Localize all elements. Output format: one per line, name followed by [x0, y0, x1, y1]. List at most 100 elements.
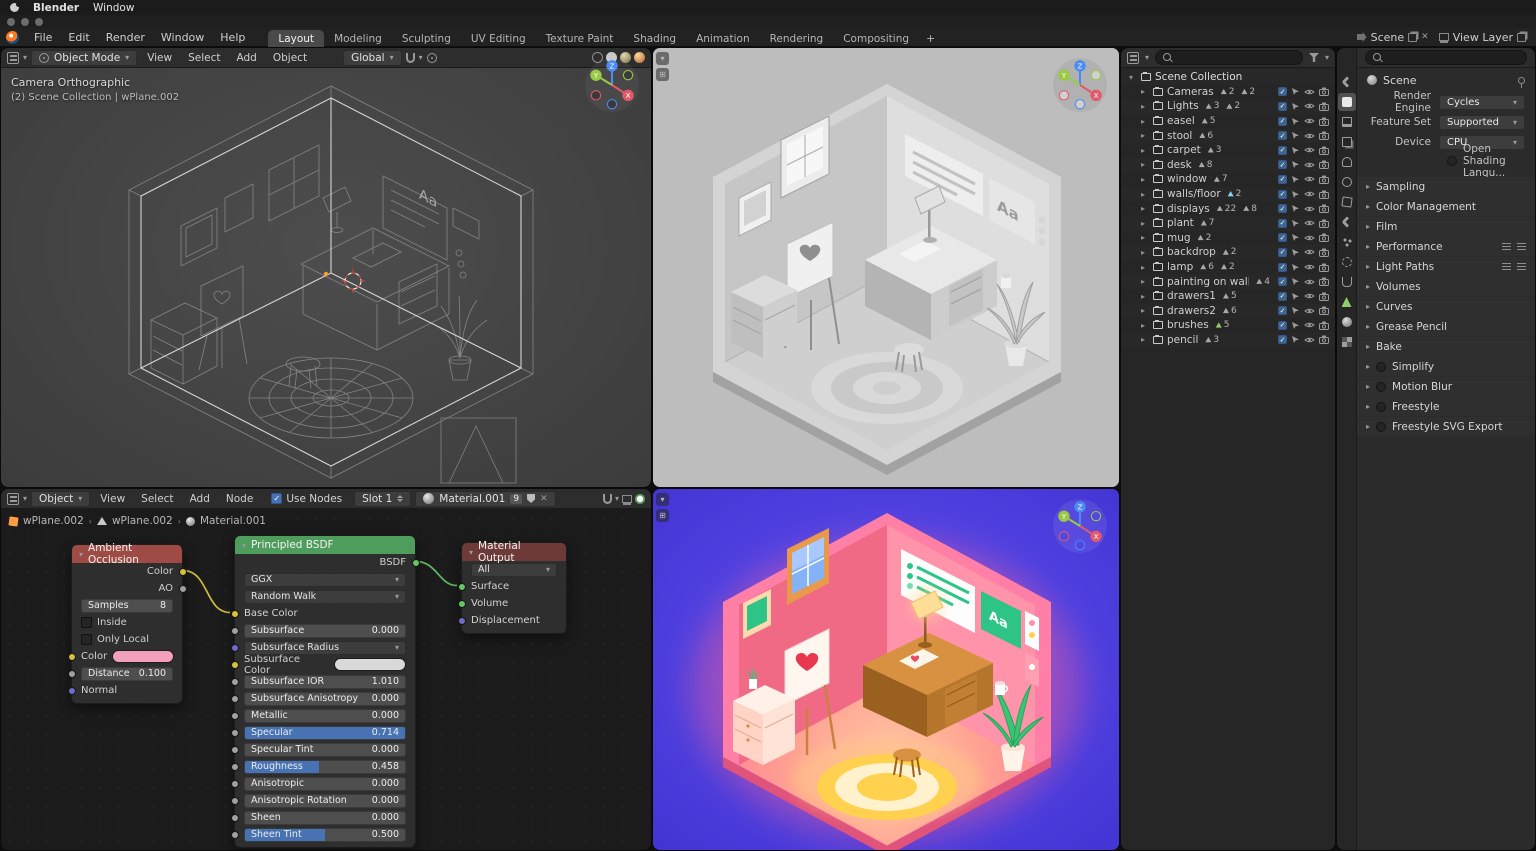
- collection-enable-checkbox[interactable]: [1278, 321, 1287, 330]
- render-visibility-icon[interactable]: [1319, 263, 1329, 272]
- tab-texture[interactable]: [1338, 333, 1356, 351]
- node-material-output[interactable]: ▾ Material Output All▾ Surface Volume: [461, 542, 567, 634]
- input-socket-color[interactable]: [68, 653, 76, 661]
- expand-caret[interactable]: ▸: [1141, 277, 1149, 286]
- hide-eye-icon[interactable]: [1304, 190, 1315, 198]
- color-swatch[interactable]: [334, 658, 406, 671]
- outliner-editor[interactable]: ▾ ▾ ▾ Scene Collection ▸ Cameras 2: [1121, 48, 1335, 850]
- input-socket[interactable]: [231, 763, 239, 771]
- snap-icon[interactable]: [603, 494, 612, 504]
- editor-type-icon[interactable]: [1127, 52, 1139, 64]
- node-value-slider[interactable]: Sheen0.000: [244, 811, 406, 825]
- 3d-viewport-wireframe[interactable]: ▾ Object Mode▾ View Select Add Object Gl…: [1, 48, 651, 487]
- expand-caret[interactable]: ▸: [1141, 117, 1149, 126]
- navigation-gizmo[interactable]: Z X Y: [1051, 56, 1109, 114]
- expand-caret[interactable]: ▸: [1141, 335, 1149, 344]
- outliner-row[interactable]: ▸ Cameras 2 2: [1121, 85, 1335, 100]
- collection-enable-checkbox[interactable]: [1278, 175, 1287, 184]
- section-checkbox[interactable]: [1376, 422, 1386, 432]
- 3d-viewport-solid[interactable]: ▾ ⊞ Z X Y: [653, 48, 1119, 487]
- chevron-right-icon[interactable]: ▸: [1366, 322, 1370, 331]
- hide-eye-icon[interactable]: [1304, 307, 1315, 315]
- topbar-menu[interactable]: Help: [213, 29, 252, 46]
- workspace-tab[interactable]: Texture Paint: [536, 30, 624, 47]
- node-value-slider[interactable]: Anisotropic Rotation0.000: [244, 794, 406, 808]
- input-socket[interactable]: [231, 661, 239, 669]
- selectable-icon[interactable]: [1291, 102, 1300, 111]
- node-ambient-occlusion[interactable]: ▾ Ambient Occlusion Color AO Samples8 In…: [71, 544, 183, 704]
- slot-dropdown[interactable]: Slot 1: [354, 491, 411, 507]
- navigation-gizmo[interactable]: Z X Y: [1051, 497, 1109, 555]
- chevron-right-icon[interactable]: ▸: [1366, 342, 1370, 351]
- node-canvas[interactable]: wPlane.002› wPlane.002› Material.001 ▾ A…: [1, 509, 651, 850]
- selectable-icon[interactable]: [1291, 335, 1300, 344]
- viewport-menu[interactable]: Object: [267, 50, 313, 66]
- render-visibility-icon[interactable]: [1319, 219, 1329, 228]
- expand-header-icon[interactable]: ▾: [656, 493, 669, 506]
- properties-editor[interactable]: Scene Render Engine Cycles▾ Feature Set …: [1337, 48, 1535, 850]
- collapse-node-icon[interactable]: ▾: [469, 548, 473, 557]
- input-socket[interactable]: [231, 746, 239, 754]
- preset-menu-icon[interactable]: [1517, 263, 1526, 270]
- expand-header-icon[interactable]: ▾: [656, 52, 669, 65]
- node-value-slider[interactable]: Sheen Tint0.500: [244, 828, 406, 842]
- expand-caret[interactable]: ▸: [1141, 102, 1149, 111]
- properties-section[interactable]: ▸ Color Management: [1357, 197, 1535, 216]
- outliner-row[interactable]: ▸ easel 5: [1121, 114, 1335, 129]
- render-visibility-icon[interactable]: [1319, 175, 1329, 184]
- hide-eye-icon[interactable]: [1304, 175, 1315, 183]
- workspace-tab[interactable]: Compositing: [833, 30, 919, 47]
- chevron-right-icon[interactable]: ▸: [1366, 302, 1370, 311]
- preset-menu-icon[interactable]: [1502, 243, 1511, 250]
- input-socket[interactable]: [231, 610, 239, 618]
- apple-menu-icon[interactable]: [10, 3, 19, 12]
- hide-eye-icon[interactable]: [1304, 321, 1315, 329]
- workspace-tab[interactable]: Shading: [623, 30, 686, 47]
- distance-field[interactable]: Distance0.100: [81, 667, 173, 681]
- editor-type-icon[interactable]: [7, 52, 19, 64]
- viewport-menu[interactable]: View: [141, 50, 178, 66]
- selectable-icon[interactable]: [1291, 248, 1300, 257]
- properties-search-input[interactable]: [1388, 52, 1519, 63]
- chevron-right-icon[interactable]: ▸: [1366, 242, 1370, 251]
- input-socket[interactable]: [231, 712, 239, 720]
- workspace-tab[interactable]: Animation: [686, 30, 760, 47]
- hide-eye-icon[interactable]: [1304, 205, 1315, 213]
- property-dropdown[interactable]: Cycles▾: [1439, 95, 1525, 110]
- collection-enable-checkbox[interactable]: [1278, 248, 1287, 257]
- snap-icon[interactable]: [406, 53, 415, 63]
- expand-caret[interactable]: ▸: [1141, 263, 1149, 272]
- outliner-row[interactable]: ▸ walls/floor 2: [1121, 187, 1335, 202]
- hide-eye-icon[interactable]: [1304, 219, 1315, 227]
- hide-eye-icon[interactable]: [1304, 102, 1315, 110]
- viewport-menu[interactable]: Add: [231, 50, 263, 66]
- topbar-menu[interactable]: Window: [154, 29, 211, 46]
- workspace-tab[interactable]: Rendering: [760, 30, 834, 47]
- outliner-row[interactable]: ▸ backdrop 2: [1121, 245, 1335, 260]
- chevron-right-icon[interactable]: ▸: [1366, 222, 1370, 231]
- input-socket[interactable]: [231, 814, 239, 822]
- render-visibility-icon[interactable]: [1319, 277, 1329, 286]
- render-visibility-icon[interactable]: [1319, 233, 1329, 242]
- selectable-icon[interactable]: [1291, 175, 1300, 184]
- preset-menu-icon[interactable]: [1502, 263, 1511, 270]
- shader-editor[interactable]: ▾ Object▾ View Select Add Node Use Nodes…: [1, 489, 651, 850]
- hide-eye-icon[interactable]: [1304, 117, 1315, 125]
- properties-section[interactable]: ▸ Simplify: [1357, 357, 1535, 376]
- hide-eye-icon[interactable]: [1304, 161, 1315, 169]
- shader-type-dropdown[interactable]: Object▾: [31, 491, 90, 507]
- mode-dropdown[interactable]: Object Mode▾: [31, 50, 137, 66]
- chevron-right-icon[interactable]: ▸: [1366, 362, 1370, 371]
- input-socket[interactable]: [231, 729, 239, 737]
- shader-menu[interactable]: Add: [184, 491, 216, 507]
- material-users-count[interactable]: 9: [510, 494, 522, 504]
- render-visibility-icon[interactable]: [1319, 102, 1329, 111]
- outliner-row[interactable]: ▸ displays 22 8: [1121, 201, 1335, 216]
- collection-enable-checkbox[interactable]: [1278, 263, 1287, 272]
- chevron-right-icon[interactable]: ▸: [1366, 202, 1370, 211]
- topbar-menu[interactable]: Render: [99, 29, 152, 46]
- chevron-right-icon[interactable]: ▸: [1366, 262, 1370, 271]
- expand-caret[interactable]: ▸: [1141, 292, 1149, 301]
- workspace-tab[interactable]: Modeling: [324, 30, 392, 47]
- render-visibility-icon[interactable]: [1319, 146, 1329, 155]
